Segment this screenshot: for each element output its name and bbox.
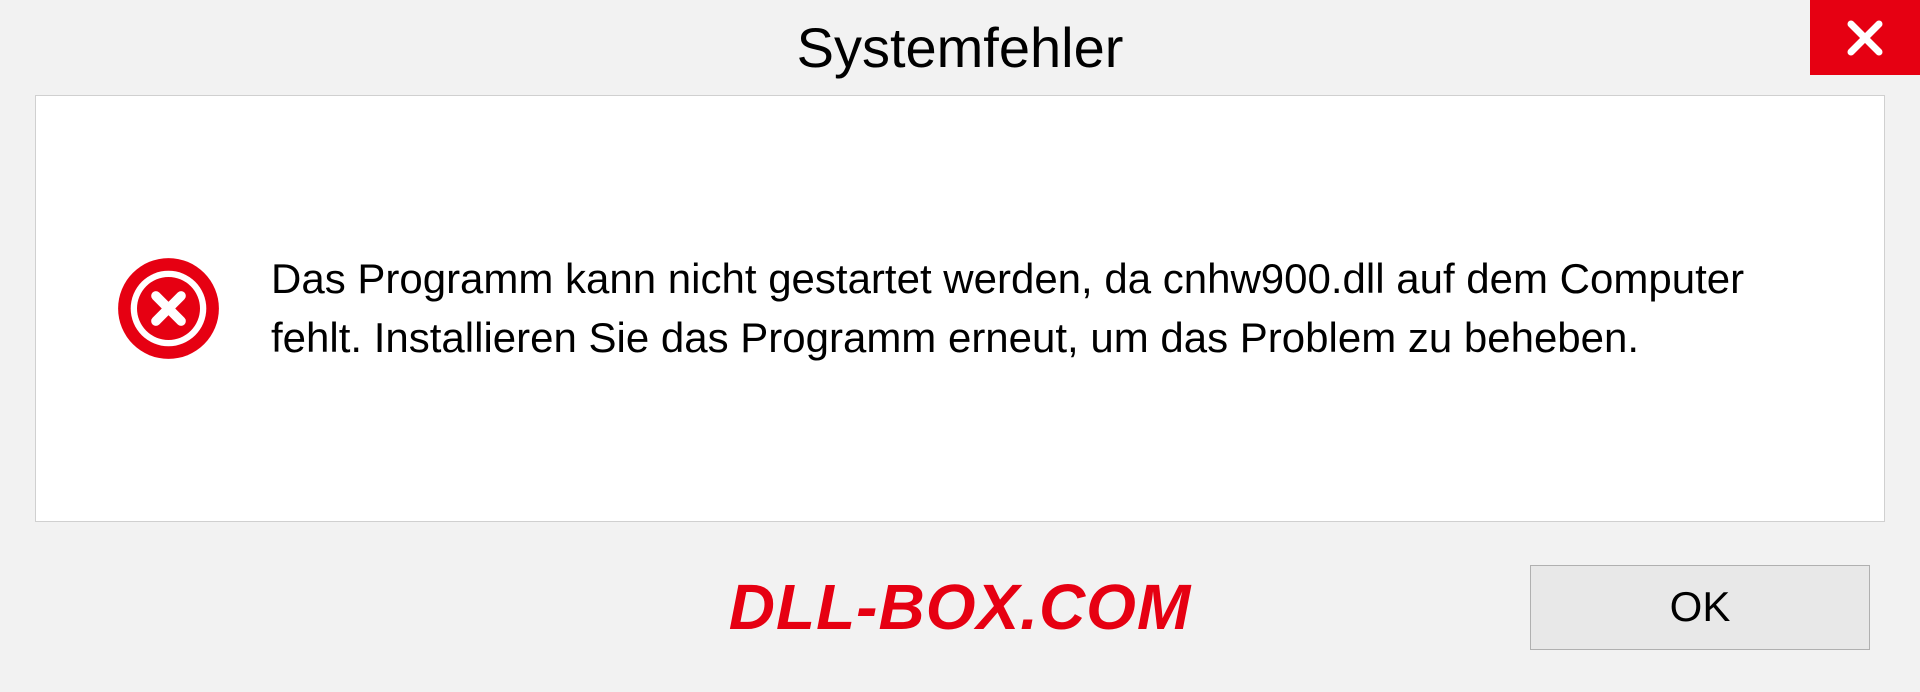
- error-dialog: Systemfehler Das Programm kann nicht ges…: [0, 0, 1920, 692]
- error-icon: [116, 256, 221, 361]
- close-icon: [1841, 14, 1889, 62]
- close-button[interactable]: [1810, 0, 1920, 75]
- ok-button-label: OK: [1670, 583, 1731, 631]
- titlebar: Systemfehler: [0, 0, 1920, 95]
- footer: DLL-BOX.COM OK: [0, 522, 1920, 692]
- watermark-text: DLL-BOX.COM: [729, 570, 1192, 644]
- dialog-title: Systemfehler: [797, 15, 1124, 80]
- content-area: Das Programm kann nicht gestartet werden…: [35, 95, 1885, 522]
- error-message: Das Programm kann nicht gestartet werden…: [271, 250, 1804, 368]
- ok-button[interactable]: OK: [1530, 565, 1870, 650]
